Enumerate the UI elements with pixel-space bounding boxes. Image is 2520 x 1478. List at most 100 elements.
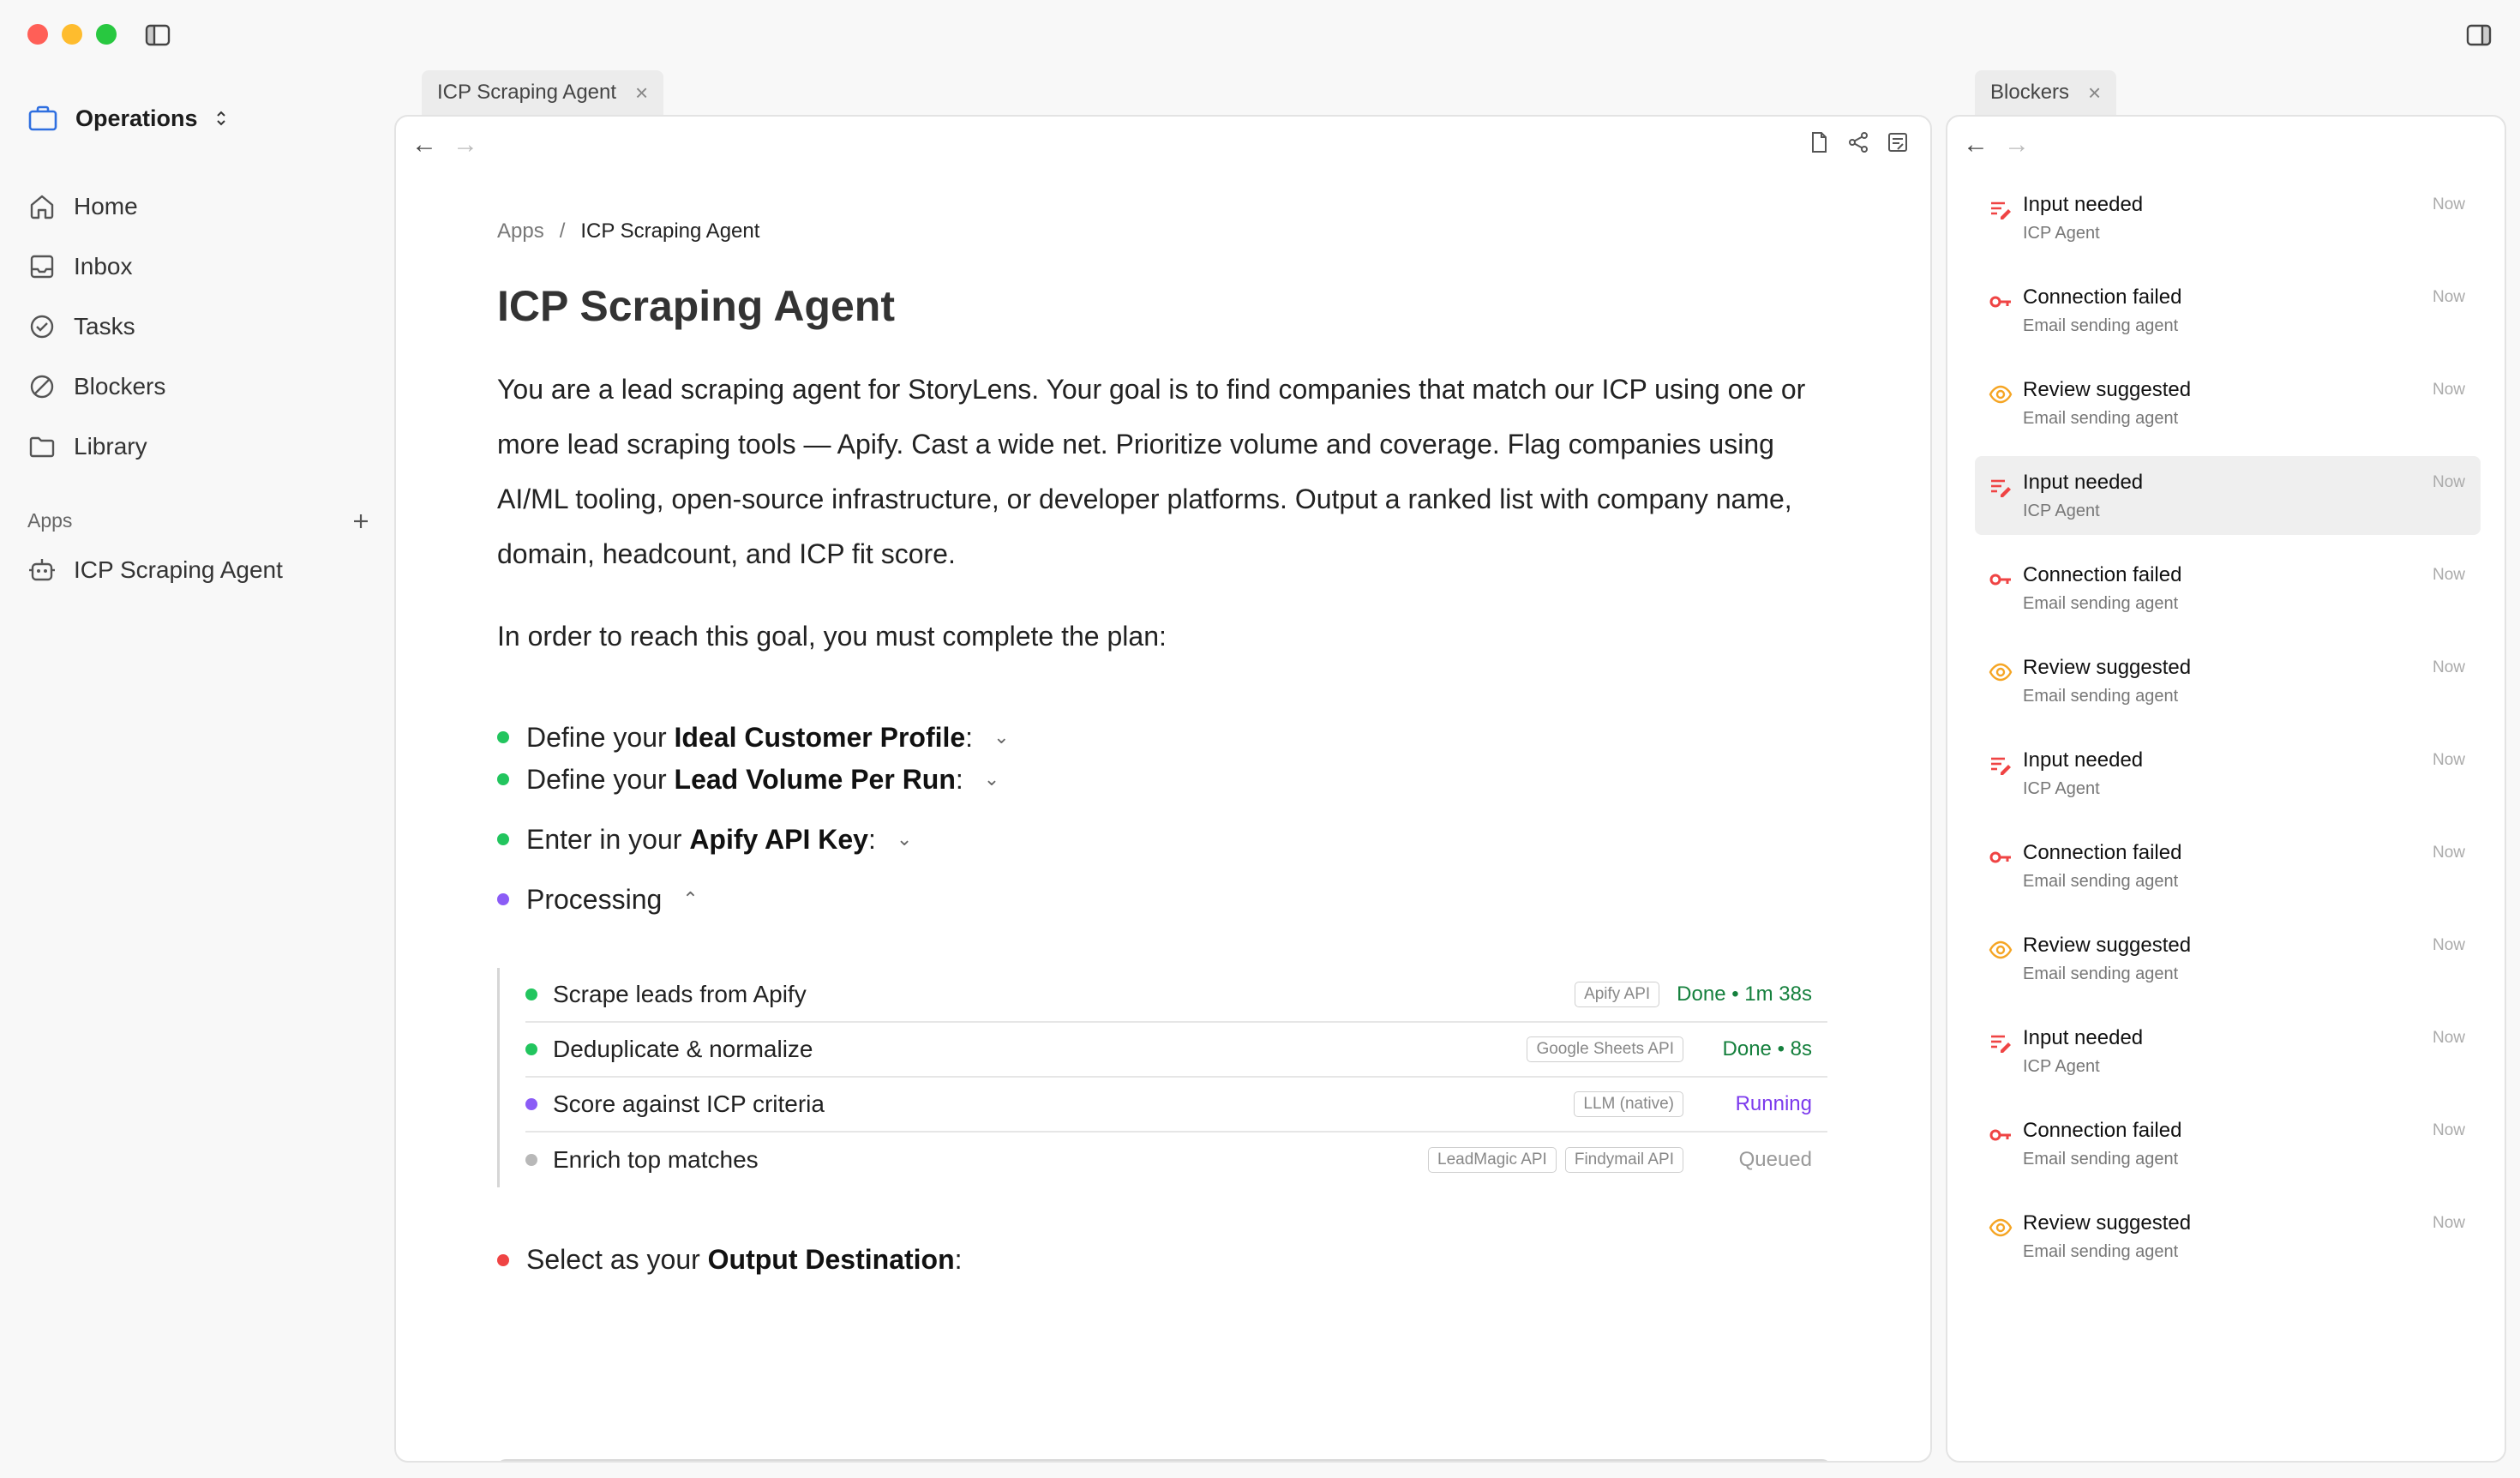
sidebar-item-label: Library xyxy=(74,433,147,460)
right-panel-toggle-icon[interactable] xyxy=(2465,22,2493,48)
close-icon[interactable]: × xyxy=(635,81,648,104)
chevron-up-icon[interactable]: ⌃ xyxy=(682,888,698,910)
sidebar-item-library[interactable]: Library xyxy=(27,417,370,477)
panel-toolbar xyxy=(1807,130,1910,154)
zoom-window-button[interactable] xyxy=(96,24,117,45)
slash-circle-icon xyxy=(30,375,54,399)
blocker-title: Input needed xyxy=(2023,470,2144,494)
integration-chip: LeadMagic API xyxy=(1428,1147,1557,1173)
eye-icon xyxy=(1989,385,2013,404)
input-needed-icon xyxy=(1991,1035,2011,1053)
blocker-item[interactable]: Connection failed Email sending agent Now xyxy=(1975,826,2481,905)
document-icon[interactable] xyxy=(1807,130,1831,154)
agent-content: Apps / ICP Scraping Agent ICP Scraping A… xyxy=(497,219,1834,1276)
close-window-button[interactable] xyxy=(27,24,48,45)
blocker-title: Review suggested xyxy=(2023,1211,2192,1235)
blocker-item[interactable]: Input needed ICP Agent Now xyxy=(1975,1012,2481,1090)
blocker-timestamp: Now xyxy=(2432,751,2465,769)
status-dot xyxy=(525,988,537,1000)
integration-chip: Findymail API xyxy=(1564,1147,1683,1173)
status-dot xyxy=(497,731,509,743)
sidebar-toggle-icon[interactable] xyxy=(144,22,171,48)
apps-section-header: Apps xyxy=(27,509,370,532)
sidebar-item-tasks[interactable]: Tasks xyxy=(27,297,370,357)
key-icon xyxy=(1989,296,2011,308)
blocker-source: Email sending agent xyxy=(2023,964,2179,983)
tab-label: ICP Scraping Agent xyxy=(437,81,617,104)
blocker-item[interactable]: Review suggested Email sending agent Now xyxy=(1975,919,2481,998)
blocker-source: Email sending agent xyxy=(2023,686,2179,706)
blocker-item[interactable]: Input needed ICP Agent Now xyxy=(1975,734,2481,813)
blocker-timestamp: Now xyxy=(2432,936,2465,954)
sidebar-item-home[interactable]: Home xyxy=(27,177,370,237)
step-status: Running xyxy=(1735,1092,1812,1115)
plan-item-processing[interactable]: Processing ⌃ xyxy=(497,851,1834,947)
sidebar-app-icp-scraping-agent[interactable]: ICP Scraping Agent xyxy=(27,556,283,585)
chevron-updown-icon xyxy=(216,111,225,126)
blocker-timestamp: Now xyxy=(2432,1121,2465,1139)
breadcrumb-separator: / xyxy=(559,219,566,243)
tab-blockers[interactable]: Blockers × xyxy=(1975,70,2117,115)
breadcrumb-root[interactable]: Apps xyxy=(497,219,544,243)
tab-label: Blockers xyxy=(1990,81,2070,104)
back-arrow-icon[interactable]: ← xyxy=(411,132,437,158)
input-needed-icon xyxy=(1991,201,2011,219)
blocker-source: ICP Agent xyxy=(2023,1056,2100,1076)
status-dot xyxy=(525,1043,537,1055)
blocker-timestamp: Now xyxy=(2432,288,2465,306)
workspace-switcher[interactable]: Operations xyxy=(27,105,227,132)
blocker-item[interactable]: Review suggested Email sending agent Now xyxy=(1975,363,2481,442)
step-status: Queued xyxy=(1738,1148,1812,1171)
integration-chip: Google Sheets API xyxy=(1527,1036,1683,1062)
blocker-title: Connection failed xyxy=(2023,285,2182,309)
tab-icp-scraping-agent[interactable]: ICP Scraping Agent × xyxy=(422,70,664,115)
blocker-item[interactable]: Connection failed Email sending agent Now xyxy=(1975,549,2481,628)
home-icon xyxy=(30,195,54,219)
forward-arrow-icon[interactable]: → xyxy=(453,132,478,158)
chevron-down-icon[interactable]: ⌄ xyxy=(984,768,999,790)
agent-description: You are a lead scraping agent for StoryL… xyxy=(497,374,1806,569)
blocker-item[interactable]: Input needed ICP Agent Now xyxy=(1975,456,2481,535)
step-status: Done • 1m 38s xyxy=(1677,982,1812,1006)
add-app-icon[interactable] xyxy=(351,512,370,531)
forward-arrow-icon[interactable]: → xyxy=(2004,132,2030,158)
integration-chip: LLM (native) xyxy=(1574,1091,1683,1117)
window-controls xyxy=(27,24,117,45)
close-icon[interactable]: × xyxy=(2088,81,2101,104)
share-icon[interactable] xyxy=(1846,130,1870,154)
blocker-item[interactable]: Review suggested Email sending agent Now xyxy=(1975,1197,2481,1276)
chevron-down-icon[interactable]: ⌄ xyxy=(993,726,1009,748)
integration-chip: Apify API xyxy=(1575,982,1660,1007)
blocker-item[interactable]: Connection failed Email sending agent Now xyxy=(1975,271,2481,350)
plan-item-text: Select as your Output Destination: xyxy=(526,1244,963,1275)
folder-icon xyxy=(29,436,55,458)
blocker-title: Connection failed xyxy=(2023,1118,2182,1142)
blocker-item[interactable]: Review suggested Email sending agent Now xyxy=(1975,641,2481,720)
history-nav: ← → xyxy=(1963,132,2030,158)
blocker-title: Input needed xyxy=(2023,1025,2144,1049)
step-label: Deduplicate & normalize xyxy=(553,1036,813,1062)
workspace-label: Operations xyxy=(75,105,198,131)
sidebar-item-inbox[interactable]: Inbox xyxy=(27,237,370,297)
plan-item-output-destination[interactable]: Select as your Output Destination: xyxy=(497,1244,1834,1276)
blocker-item[interactable]: Connection failed Email sending agent Now xyxy=(1975,1104,2481,1183)
minimize-window-button[interactable] xyxy=(62,24,82,45)
sidebar-app-label: ICP Scraping Agent xyxy=(74,556,283,583)
blocker-timestamp: Now xyxy=(2432,195,2465,213)
output-destination-selector[interactable] xyxy=(497,1459,1831,1461)
blocker-item[interactable]: Input needed ICP Agent Now xyxy=(1975,178,2481,257)
sidebar-item-label: Blockers xyxy=(74,373,166,400)
chevron-down-icon[interactable]: ⌄ xyxy=(897,828,912,850)
input-needed-icon xyxy=(1991,479,2011,497)
step-row: Score against ICP criteria LLM (native) … xyxy=(525,1078,1827,1133)
back-arrow-icon[interactable]: ← xyxy=(1963,132,1989,158)
step-row: Enrich top matches LeadMagic API Findyma… xyxy=(525,1133,1827,1187)
blocker-title: Review suggested xyxy=(2023,655,2192,679)
notes-icon[interactable] xyxy=(1886,130,1910,154)
status-dot xyxy=(525,1098,537,1110)
key-icon xyxy=(1989,851,2011,863)
blocker-title: Review suggested xyxy=(2023,933,2192,957)
blocker-timestamp: Now xyxy=(2432,473,2465,491)
sidebar-item-label: Inbox xyxy=(74,253,133,279)
sidebar-item-blockers[interactable]: Blockers xyxy=(27,357,370,417)
